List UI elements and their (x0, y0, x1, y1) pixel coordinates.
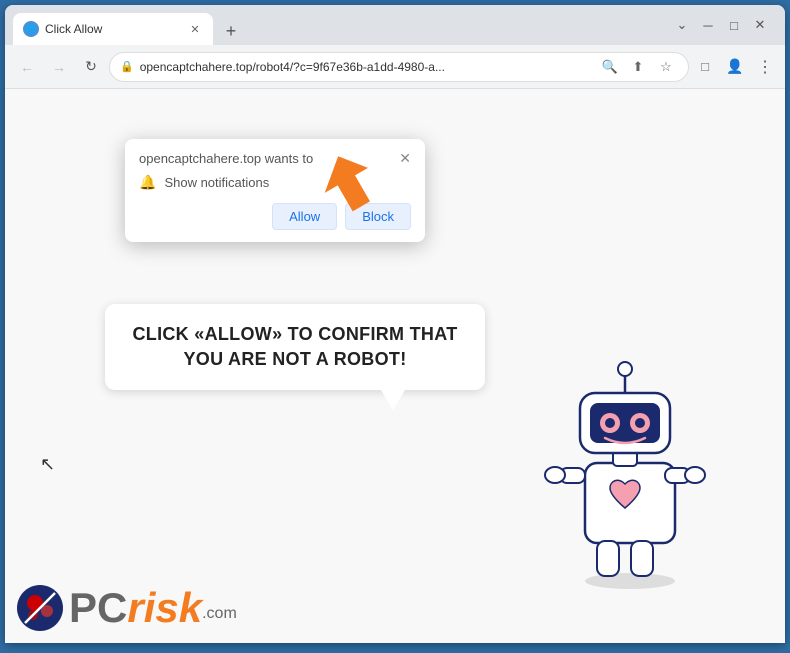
mouse-cursor: ↖ (40, 454, 55, 475)
lock-icon: 🔒 (120, 60, 134, 73)
logo-com-text: .com (202, 605, 237, 623)
bell-icon: 🔔 (139, 174, 156, 191)
maximize-button[interactable]: □ (725, 18, 743, 33)
url-text: opencaptchahere.top/robot4/?c=9f67e36b-a… (140, 60, 592, 74)
close-button[interactable]: ✕ (751, 17, 769, 33)
profile-button[interactable]: 👤 (721, 53, 749, 81)
popup-site-text: opencaptchahere.top wants to (139, 151, 313, 166)
pcrisk-logo-icon (15, 583, 65, 633)
back-button[interactable]: ← (13, 53, 41, 81)
speech-text: CLICK «ALLOW» TO CONFIRM THAT YOU ARE NO… (132, 324, 457, 369)
extensions-icon[interactable]: □ (693, 55, 717, 79)
url-bar[interactable]: 🔒 opencaptchahere.top/robot4/?c=9f67e36b… (109, 52, 689, 82)
robot-illustration (525, 333, 725, 583)
tab-favicon: 🌐 (23, 21, 39, 37)
reload-button[interactable]: ↻ (77, 53, 105, 81)
arrow-container (295, 149, 395, 254)
menu-button[interactable]: ⋮ (753, 53, 777, 81)
url-actions: 🔍 ⬆ ☆ (598, 55, 678, 79)
forward-button[interactable]: → (45, 53, 73, 81)
window-controls: ⌄ ─ □ ✕ (665, 17, 777, 33)
share-icon[interactable]: ⬆ (626, 55, 650, 79)
minimize-button[interactable]: ─ (699, 18, 717, 33)
title-bar: 🌐 Click Allow ✕ + ⌄ ─ □ ✕ (5, 5, 785, 45)
robot-svg (525, 333, 725, 593)
browser-tab[interactable]: 🌐 Click Allow ✕ (13, 13, 213, 45)
search-icon[interactable]: 🔍 (598, 55, 622, 79)
speech-bubble: CLICK «ALLOW» TO CONFIRM THAT YOU ARE NO… (105, 304, 485, 390)
logo-pc-text: PC (69, 587, 127, 629)
tab-close-button[interactable]: ✕ (187, 21, 203, 37)
logo-container: PC risk .com (15, 583, 237, 633)
notification-text: Show notifications (164, 175, 269, 190)
arrow-icon (295, 149, 395, 249)
tab-area: 🌐 Click Allow ✕ + (13, 5, 665, 45)
chevron-down-icon[interactable]: ⌄ (673, 17, 691, 33)
bookmark-icon[interactable]: ☆ (654, 55, 678, 79)
browser-window: 🌐 Click Allow ✕ + ⌄ ─ □ ✕ ← → ↻ 🔒 openca… (5, 5, 785, 643)
popup-close-button[interactable]: ✕ (399, 151, 411, 165)
page-content: opencaptchahere.top wants to ✕ 🔔 Show no… (5, 89, 785, 643)
address-bar: ← → ↻ 🔒 opencaptchahere.top/robot4/?c=9f… (5, 45, 785, 89)
logo-text-group: PC risk .com (69, 587, 237, 629)
new-tab-button[interactable]: + (217, 17, 245, 45)
logo-risk-text: risk (127, 587, 202, 629)
tab-title: Click Allow (45, 22, 181, 36)
